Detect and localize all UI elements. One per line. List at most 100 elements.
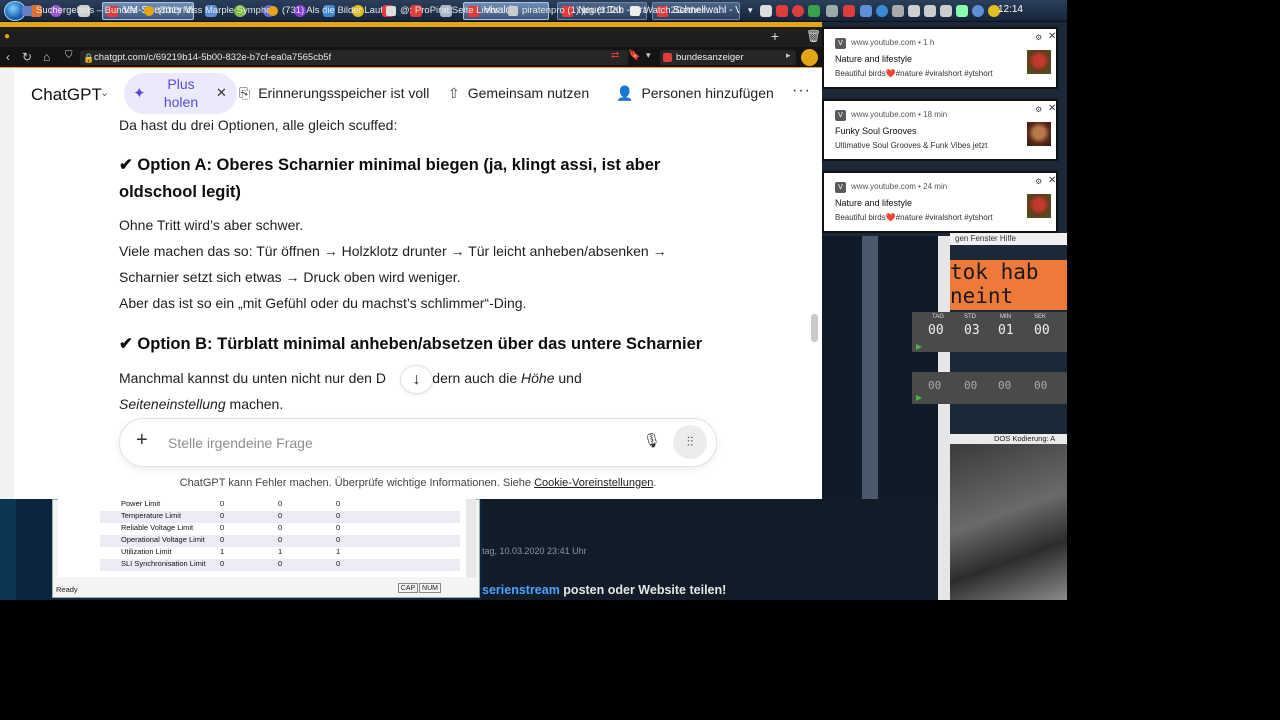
option-a-line: Viele machen das so: Tür öffnen → Holzkl… xyxy=(119,243,667,259)
table-row[interactable]: Utilization Limit 1 1 1 xyxy=(100,547,460,559)
browser-tab[interactable]: Suchergebnis – Bundesanzeiger xyxy=(20,2,136,19)
gear-icon[interactable]: ⚙ xyxy=(1035,177,1042,186)
table-row[interactable]: Power Limit 0 0 0 xyxy=(100,499,460,511)
trash-icon[interactable]: 🗑 xyxy=(806,29,821,43)
tray-icon[interactable] xyxy=(908,5,920,17)
notification[interactable]: V www.youtube.com • 1 h Nature and lifes… xyxy=(822,27,1058,89)
post-share-text: serienstream posten oder Website teilen! xyxy=(482,583,726,597)
intro-text: Da hast du drei Optionen, alle gleich sc… xyxy=(119,117,398,133)
countdown-timer-2: 00 00 00 00 ▶ xyxy=(912,372,1067,404)
chevron-down-icon[interactable]: ▾ xyxy=(646,50,651,61)
new-tab-button[interactable]: + xyxy=(767,28,783,44)
add-attachment-icon[interactable]: + xyxy=(136,429,148,452)
close-icon[interactable]: ✕ xyxy=(1048,103,1056,114)
browser-tab[interactable]: Watch2Gether xyxy=(628,2,728,19)
more-options-icon[interactable]: ··· xyxy=(792,82,811,100)
app-icon[interactable] xyxy=(776,5,788,17)
shield-icon[interactable]: ⛉ xyxy=(65,50,73,61)
table-cell: 0 xyxy=(278,523,283,532)
notification[interactable]: V www.youtube.com • 18 min Funky Soul Gr… xyxy=(822,99,1058,161)
voice-mode-icon[interactable]: ⫶⫶ xyxy=(673,425,707,459)
gear-icon[interactable]: ⚙ xyxy=(1035,33,1042,42)
table-row[interactable]: SLI Synchronisation Limit 0 0 0 xyxy=(100,559,460,571)
home-icon[interactable]: ⌂ xyxy=(43,50,50,64)
tray-icon[interactable] xyxy=(972,5,984,17)
tab-favicon xyxy=(386,6,396,16)
scroll-down-button[interactable]: ↓ xyxy=(400,365,433,394)
close-icon[interactable]: ✕ xyxy=(216,85,227,101)
tray-icon[interactable] xyxy=(892,5,904,17)
notification-thumbnail xyxy=(1027,122,1051,146)
back-icon[interactable]: ‹ xyxy=(6,50,10,64)
notification-title: Funky Soul Grooves xyxy=(835,126,917,136)
timer-value-min: 01 xyxy=(998,323,1014,338)
cookie-settings-link[interactable]: Cookie-Voreinstellungen xyxy=(534,477,653,489)
chevron-down-icon[interactable]: ⌄ xyxy=(100,86,109,99)
notification-body: Beautiful birds❤️#nature #viralshort #yt… xyxy=(835,69,993,78)
url-field[interactable]: 🔒 chatgpt.com/c/69219b14-5b00-832e-b7cf-e… xyxy=(80,50,628,65)
table-cell: Power Limit xyxy=(121,499,161,508)
timer2-value-sek: 00 xyxy=(1034,379,1048,392)
prompt-input[interactable] xyxy=(168,433,608,453)
play-icon[interactable]: ▶ xyxy=(916,342,922,351)
timer-label-tag: TAG xyxy=(932,314,944,320)
browser-tab[interactable]: piratenpro (1).jpg (3120×41 xyxy=(506,2,622,19)
sidebar-edge xyxy=(0,68,14,499)
chevron-down-icon[interactable]: ▾ xyxy=(748,5,753,16)
serienstream-link[interactable]: serienstream xyxy=(482,583,560,597)
notification[interactable]: V www.youtube.com • 24 min Nature and li… xyxy=(822,171,1058,233)
memory-full-button[interactable]: ⎘ Erinnerungsspeicher ist voll xyxy=(239,85,429,102)
table-cell: 1 xyxy=(278,547,283,556)
chat-scrollbar[interactable] xyxy=(811,314,818,342)
table-row[interactable]: Temperature Limit 0 0 0 xyxy=(100,511,460,523)
microphone-icon[interactable]: 🎙 xyxy=(643,432,661,452)
bookmark-icon[interactable]: 🔖 xyxy=(628,50,640,61)
notification-title: Nature and lifestyle xyxy=(835,54,913,64)
add-people-button[interactable]: 👤 Personen hinzufügen xyxy=(616,85,774,102)
share-button[interactable]: ⇧ Gemeinsam nutzen xyxy=(448,85,589,102)
table-cell: 0 xyxy=(278,499,283,508)
play-icon[interactable]: ▶ xyxy=(916,393,922,402)
option-a-heading: ✔ Option A: Oberes Scharnier minimal bie… xyxy=(119,156,661,174)
lock-icon: 🔒 xyxy=(83,53,95,63)
table-cell: Reliable Voltage Limit xyxy=(121,523,194,532)
option-b-heading: ✔ Option B: Türblatt minimal anheben/abs… xyxy=(119,335,703,353)
table-row[interactable]: Operational Voltage Limit 0 0 0 xyxy=(100,535,460,547)
timer-value-std: 03 xyxy=(964,323,980,338)
reload-icon[interactable]: ↻ xyxy=(22,50,32,64)
tray-icon[interactable] xyxy=(843,5,855,17)
tray-icon[interactable] xyxy=(956,5,968,17)
timer-label-min: MIN xyxy=(1000,314,1011,320)
search-engine-icon xyxy=(663,53,672,62)
notification-source: www.youtube.com • 24 min xyxy=(851,182,948,191)
browser-tab[interactable]: @: ProPirat Seite Links aktu xyxy=(384,2,500,19)
reader-icon[interactable]: ⇄ xyxy=(611,50,619,61)
tray-icon[interactable] xyxy=(924,5,936,17)
timer-label-std: STD xyxy=(964,314,976,320)
num-indicator: NUM xyxy=(419,583,441,593)
close-icon[interactable]: ✕ xyxy=(1048,31,1056,42)
tray-icon[interactable] xyxy=(826,5,838,17)
profile-avatar[interactable] xyxy=(801,49,818,66)
tray-icon[interactable] xyxy=(860,5,872,17)
browser-tab[interactable]: (731) Miss Marple Symphon xyxy=(142,2,270,19)
editor-status-bar: DOS Kodierung: A xyxy=(950,434,1067,444)
table-cell: 0 xyxy=(336,523,341,532)
app-icon[interactable] xyxy=(792,5,804,17)
app-icon[interactable] xyxy=(760,5,772,17)
gear-icon[interactable]: ⚙ xyxy=(1035,105,1042,114)
chevron-right-icon[interactable]: ▸ xyxy=(786,50,791,61)
system-clock[interactable]: 12:14 xyxy=(998,4,1023,15)
memory-icon: ⎘ xyxy=(239,85,251,101)
close-icon[interactable]: ✕ xyxy=(1048,175,1056,186)
tray-icon[interactable] xyxy=(940,5,952,17)
app-icon[interactable] xyxy=(808,5,820,17)
browser-tab[interactable]: (731) Als die Bilder Laufen le xyxy=(266,2,382,19)
search-field[interactable]: bundesanzeiger xyxy=(660,50,796,65)
table-row[interactable]: Reliable Voltage Limit 0 0 0 xyxy=(100,523,460,535)
vivaldi-menu-icon[interactable]: ● xyxy=(4,31,10,42)
tray-icon[interactable] xyxy=(876,5,888,17)
gpu-table-scrollbar[interactable] xyxy=(466,499,476,577)
timer2-value-std: 00 xyxy=(964,379,978,392)
model-selector[interactable]: ChatGPT xyxy=(31,85,102,105)
